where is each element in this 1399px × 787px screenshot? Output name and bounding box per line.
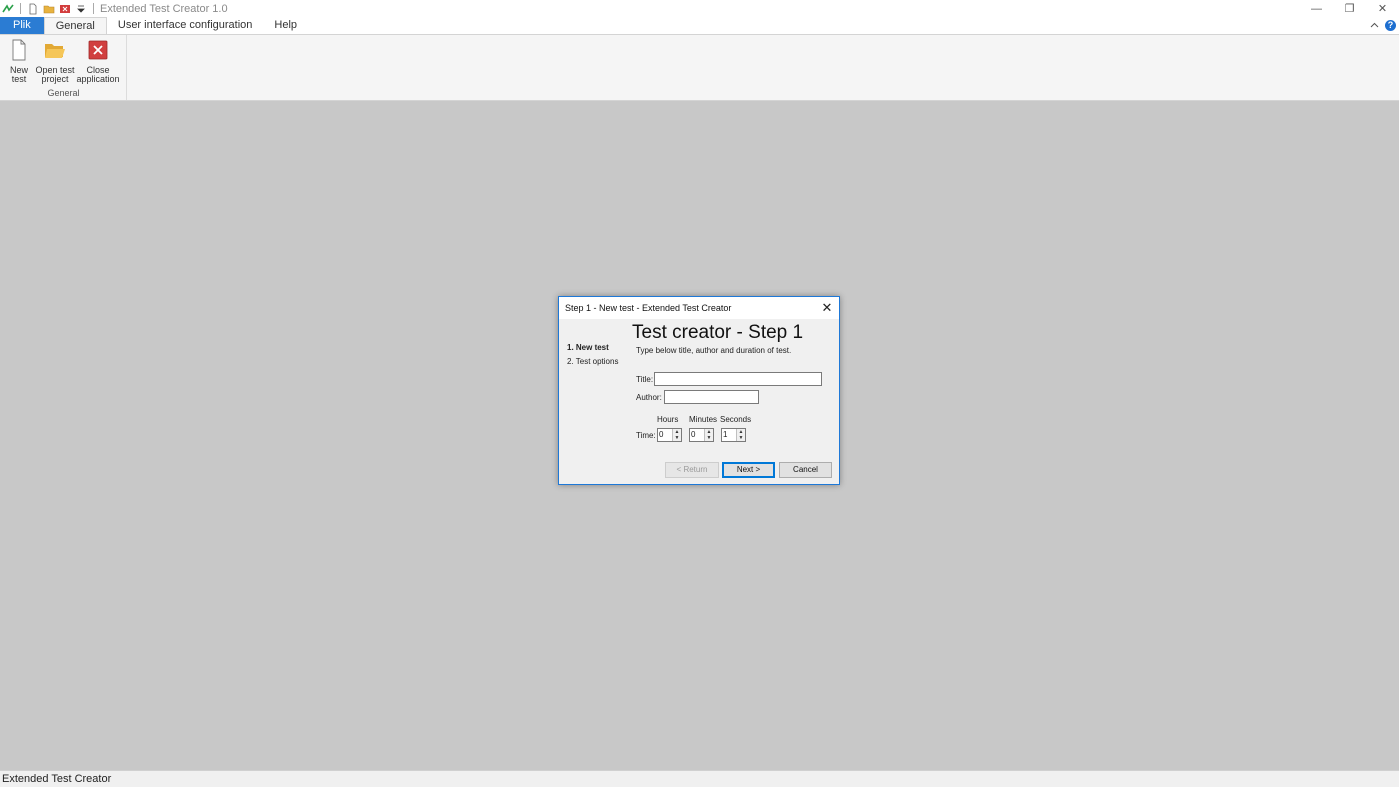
close-app-icon [88, 40, 108, 60]
cancel-button[interactable]: Cancel [779, 462, 832, 478]
minimize-button[interactable]: — [1300, 0, 1333, 17]
seconds-stepper[interactable]: 1 ▲ ▼ [721, 428, 746, 442]
seconds-label: Seconds [720, 415, 752, 424]
open-folder-icon[interactable] [43, 3, 55, 15]
author-label: Author: [636, 393, 662, 402]
close-application-button[interactable]: Close application [76, 39, 120, 84]
status-bar: Extended Test Creator [0, 770, 1399, 787]
tab-file[interactable]: Plik [0, 17, 44, 34]
restore-button[interactable]: ❐ [1333, 0, 1366, 17]
app-logo-icon [2, 3, 14, 12]
hours-label: Hours [657, 415, 679, 424]
dialog-subtitle: Type below title, author and duration of… [636, 346, 792, 355]
minutes-down-icon[interactable]: ▼ [705, 435, 713, 441]
ribbon-right-controls: ? [1370, 17, 1396, 34]
new-test-label-2: test [11, 74, 27, 84]
time-label: Time: [636, 431, 656, 440]
wizard-step-1: 1. New test [567, 343, 609, 352]
wizard-steps: 1. New test 2. Test options [567, 341, 618, 369]
close-app-icon[interactable] [59, 3, 71, 15]
window-controls: — ❐ ✕ [1300, 0, 1399, 17]
collapse-ribbon-icon[interactable] [1370, 21, 1379, 30]
author-input[interactable] [664, 390, 759, 404]
open-test-project-button[interactable]: Open test project [35, 39, 75, 84]
hours-stepper[interactable]: 0 ▲ ▼ [657, 428, 682, 442]
new-document-icon[interactable] [27, 3, 39, 15]
tab-help[interactable]: Help [263, 17, 308, 34]
new-document-icon [12, 39, 26, 61]
hours-down-icon[interactable]: ▼ [673, 435, 681, 441]
title-input[interactable] [654, 372, 822, 386]
next-button[interactable]: Next > [722, 462, 775, 478]
ribbon-panel: New test Open test project Close applica… [0, 34, 1399, 101]
ribbon-group-label: General [47, 88, 80, 98]
open-folder-icon [45, 44, 65, 58]
title-bar: Extended Test Creator 1.0 — ❐ ✕ [0, 0, 1399, 17]
customize-qat-icon[interactable] [75, 3, 87, 15]
return-button[interactable]: < Return [665, 462, 719, 478]
minutes-label: Minutes [689, 415, 718, 424]
ribbon-group-general: New test Open test project Close applica… [0, 35, 127, 100]
help-icon[interactable]: ? [1385, 20, 1396, 31]
new-test-button[interactable]: New test [8, 39, 30, 84]
close-window-button[interactable]: ✕ [1366, 0, 1399, 17]
close-app-label-2: application [76, 74, 120, 84]
dialog-title: Step 1 - New test - Extended Test Creato… [565, 303, 732, 313]
hours-value[interactable]: 0 [658, 429, 672, 441]
qat-separator [20, 3, 21, 14]
wizard-step-2: 2. Test options [567, 357, 619, 366]
new-test-wizard-dialog: Step 1 - New test - Extended Test Creato… [558, 296, 840, 485]
seconds-down-icon[interactable]: ▼ [737, 435, 745, 441]
quick-access-toolbar [0, 0, 96, 17]
dialog-title-bar: Step 1 - New test - Extended Test Creato… [559, 297, 839, 319]
ribbon-tab-bar: Plik General User interface configuratio… [0, 17, 1399, 34]
minutes-stepper[interactable]: 0 ▲ ▼ [689, 428, 714, 442]
qat-separator [93, 3, 94, 14]
dialog-close-icon[interactable]: ✕ [820, 297, 834, 319]
tab-ui-configuration[interactable]: User interface configuration [107, 17, 264, 34]
title-label: Title: [636, 375, 654, 384]
open-test-label-2: project [41, 74, 69, 84]
seconds-value[interactable]: 1 [722, 429, 736, 441]
dialog-heading: Test creator - Step 1 [632, 322, 804, 343]
window-title: Extended Test Creator 1.0 [100, 2, 228, 15]
tab-general[interactable]: General [43, 17, 107, 34]
minutes-value[interactable]: 0 [690, 429, 704, 441]
